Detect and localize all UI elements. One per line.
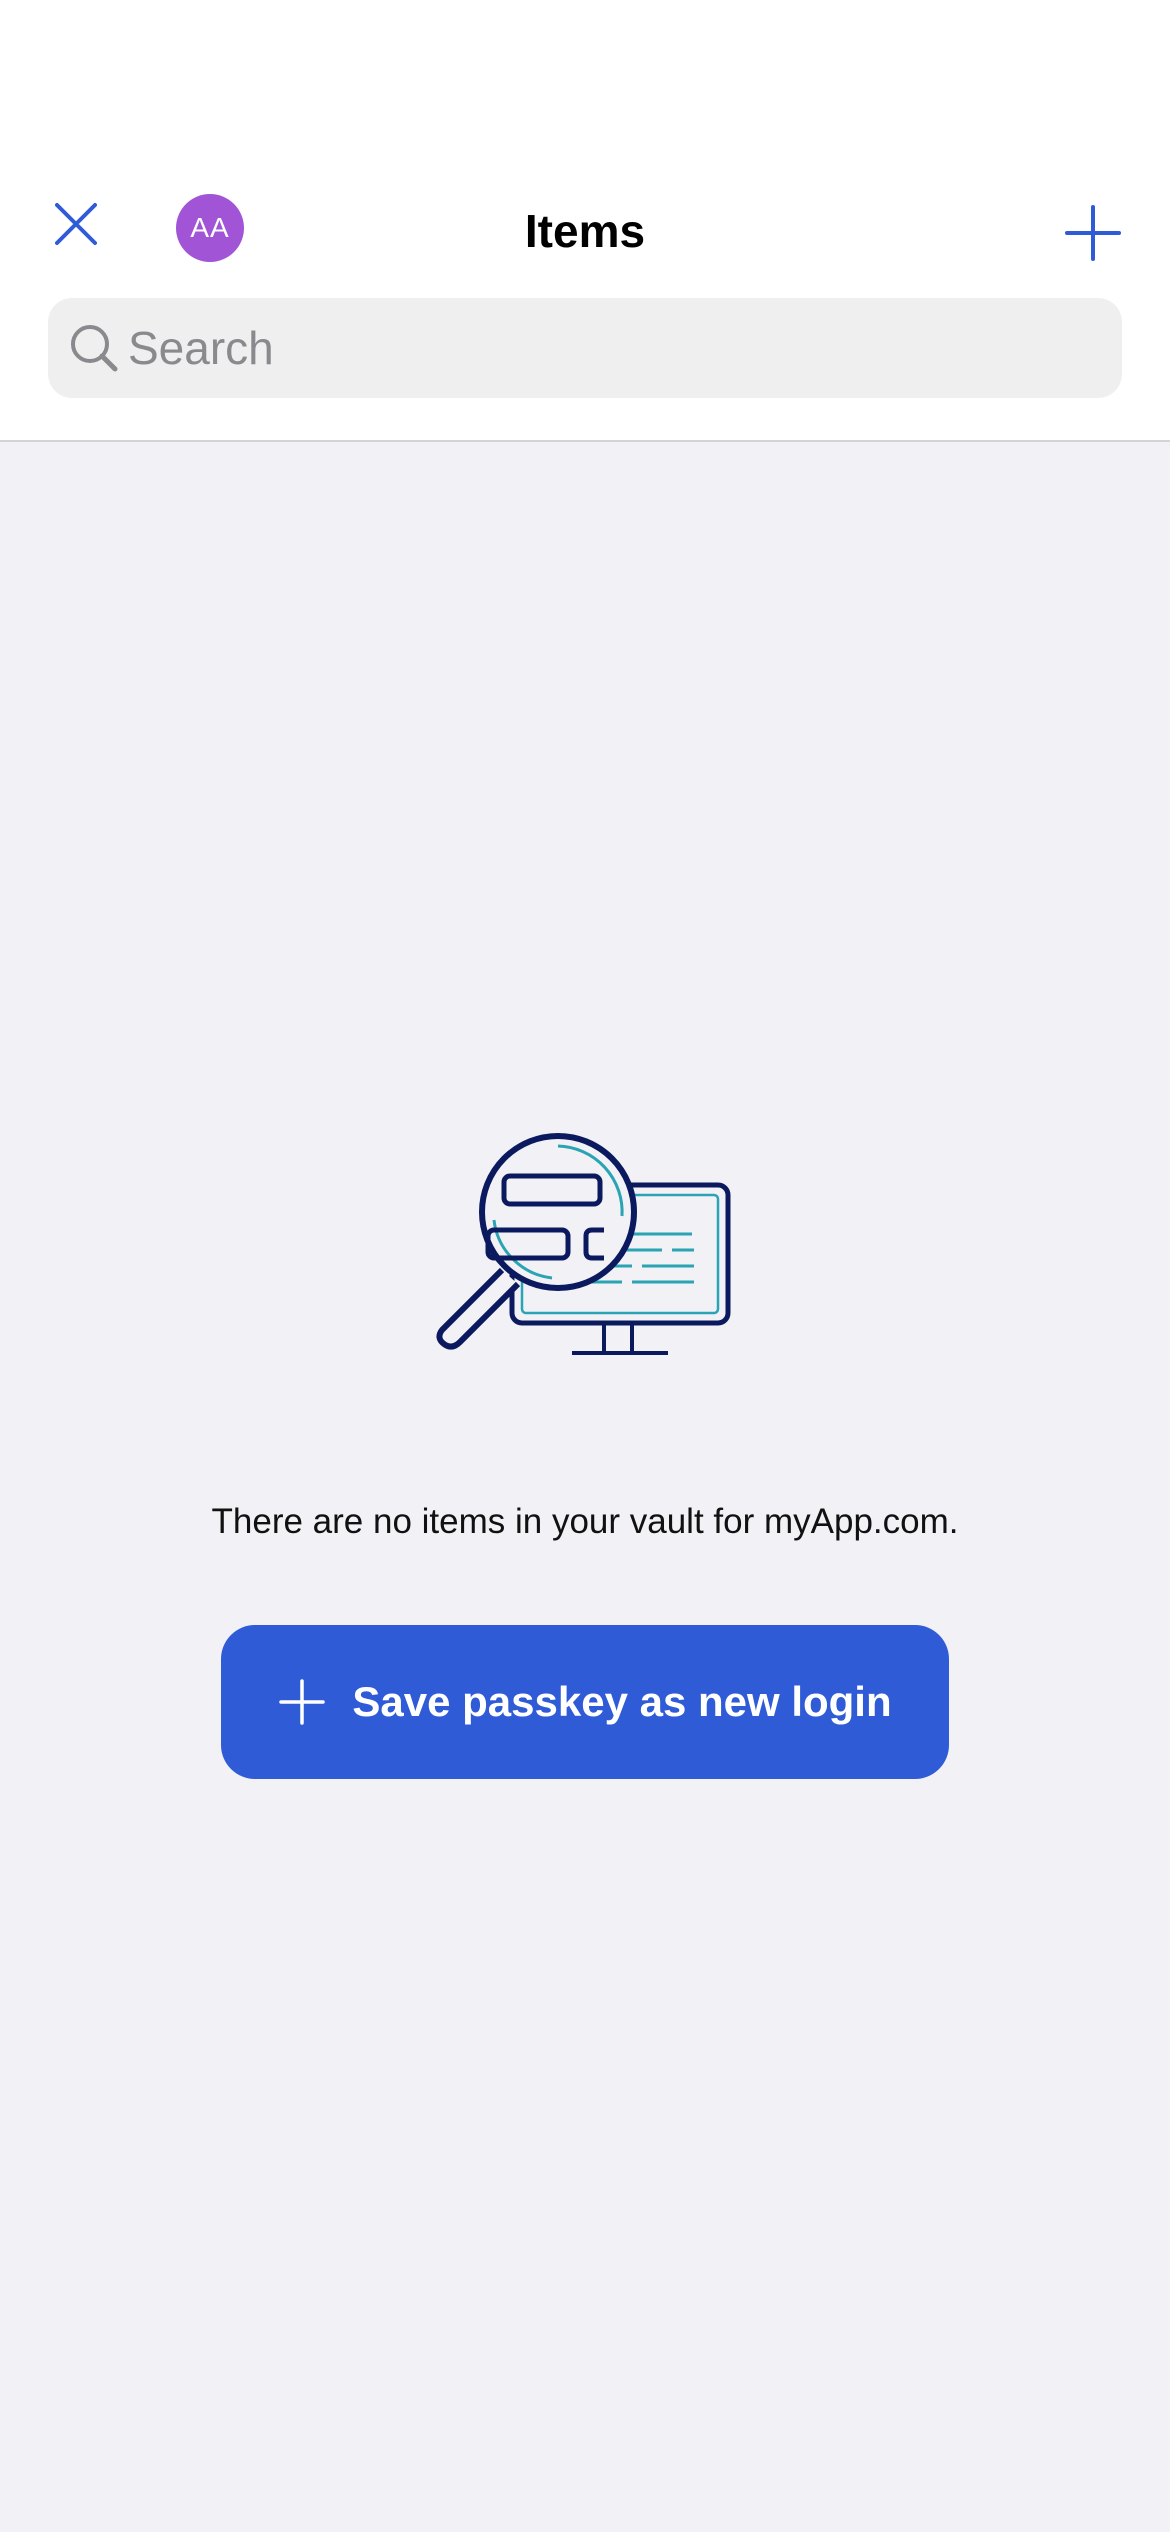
save-passkey-button[interactable]: Save passkey as new login bbox=[221, 1625, 949, 1779]
add-item-button[interactable] bbox=[1054, 194, 1132, 272]
search-bar[interactable] bbox=[48, 298, 1122, 398]
navigation-header: AA Items bbox=[0, 0, 1170, 442]
save-passkey-button-label: Save passkey as new login bbox=[352, 1678, 892, 1725]
plus-icon bbox=[1065, 205, 1121, 261]
search-input[interactable] bbox=[128, 308, 1088, 388]
close-icon bbox=[55, 203, 97, 245]
plus-icon bbox=[278, 1678, 326, 1726]
avatar[interactable]: AA bbox=[176, 194, 244, 262]
empty-state-message: There are no items in your vault for myA… bbox=[211, 1502, 959, 1541]
close-button[interactable] bbox=[40, 188, 112, 260]
search-icon bbox=[66, 320, 122, 376]
empty-vault-illustration bbox=[432, 1130, 738, 1360]
